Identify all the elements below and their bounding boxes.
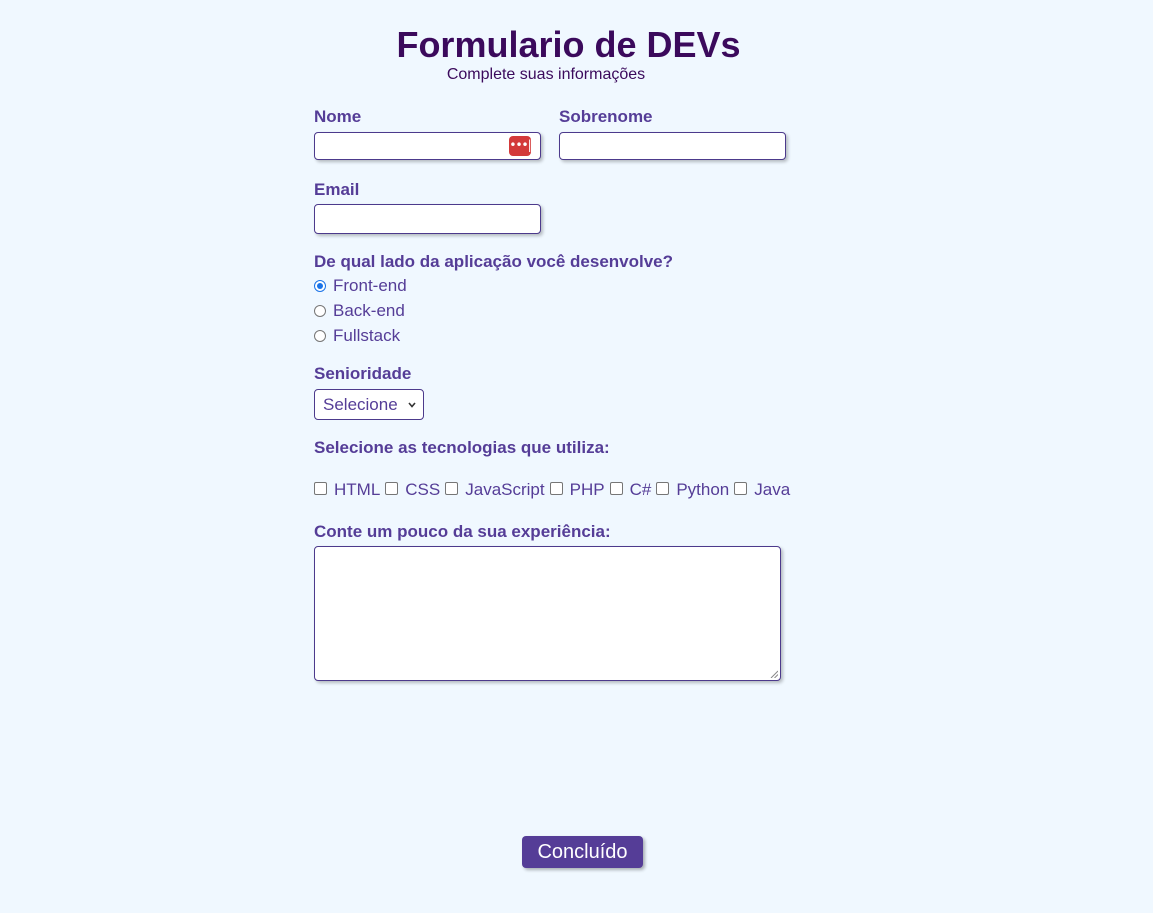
email-label: Email [314, 180, 360, 199]
checkbox-csharp[interactable]: C# [609, 480, 657, 500]
checkbox-java[interactable]: Java [734, 480, 795, 500]
select-value: Selecione [323, 394, 398, 414]
radio-label: Back-end [333, 301, 405, 320]
checkbox-label: JavaScript [465, 480, 545, 499]
radio-button[interactable] [314, 305, 326, 317]
senioridade-select[interactable]: Selecione [314, 389, 424, 420]
checkbox[interactable] [609, 482, 623, 495]
checkbox[interactable] [549, 482, 563, 495]
checkbox-label: Python [676, 480, 730, 499]
tecnologias-label: Selecione as tecnologias que utiliza: [314, 438, 610, 457]
checkbox-html[interactable]: HTML [314, 480, 385, 500]
sobrenome-input[interactable] [559, 132, 786, 160]
experiencia-label: Conte um pouco da sua experiência: [314, 522, 611, 541]
experiencia-textarea[interactable] [314, 546, 781, 681]
checkbox[interactable] [385, 482, 399, 495]
radio-front-end[interactable]: Front-end [314, 275, 407, 297]
tecnologias-group: HTML CSS JavaScript PHP C# Python Java [314, 479, 795, 501]
chevron-down-icon [408, 402, 416, 408]
senioridade-label: Senioridade [314, 364, 412, 383]
checkbox-label: HTML [334, 480, 381, 499]
checkbox[interactable] [445, 482, 459, 495]
checkbox-python[interactable]: Python [656, 480, 734, 500]
checkbox-javascript[interactable]: JavaScript [445, 480, 549, 500]
resize-grip-icon[interactable] [770, 670, 778, 678]
checkbox-label: Java [754, 480, 791, 499]
checkbox[interactable] [314, 482, 327, 495]
radio-button[interactable] [314, 280, 326, 292]
checkbox-php[interactable]: PHP [549, 480, 610, 500]
password-manager-icon[interactable]: •••| [509, 136, 532, 156]
submit-button[interactable]: Concluído [522, 836, 643, 868]
checkbox-label: C# [629, 480, 652, 499]
checkbox[interactable] [656, 482, 670, 495]
page-subtitle: Complete suas informações [446, 66, 646, 83]
lado-question: De qual lado da aplicação você desenvolv… [314, 252, 674, 271]
nome-input[interactable]: •••| [314, 132, 541, 160]
radio-label: Front-end [333, 276, 407, 295]
email-input[interactable] [314, 204, 541, 234]
radio-fullstack[interactable]: Fullstack [314, 325, 400, 347]
checkbox-css[interactable]: CSS [385, 480, 445, 500]
sobrenome-label: Sobrenome [559, 107, 653, 126]
checkbox-label: CSS [405, 480, 441, 499]
checkbox-label: PHP [569, 480, 605, 499]
nome-label: Nome [314, 107, 362, 126]
radio-back-end[interactable]: Back-end [314, 300, 405, 322]
radio-label: Fullstack [333, 326, 401, 345]
radio-button[interactable] [314, 330, 326, 342]
checkbox[interactable] [734, 482, 748, 495]
page-title: Formulario de DEVs [396, 24, 741, 65]
